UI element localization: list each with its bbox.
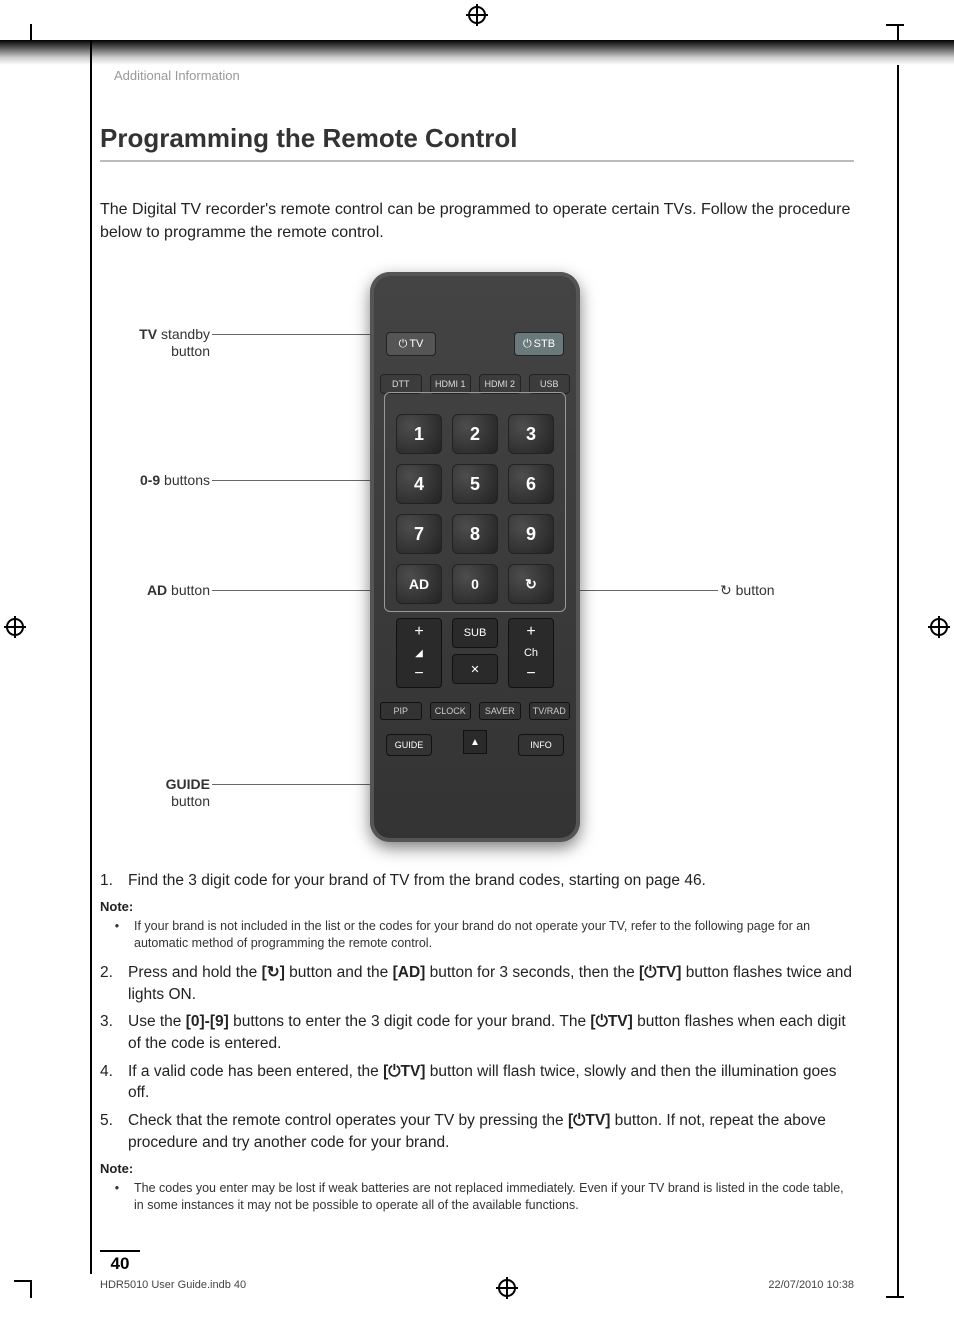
callout-ad-button: AD button: [100, 582, 210, 599]
clock-button: CLOCK: [430, 702, 472, 720]
pip-button: PIP: [380, 702, 422, 720]
footer: HDR5010 User Guide.indb 40 22/07/2010 10…: [100, 1279, 854, 1300]
callout-line: [212, 784, 390, 785]
step-5: 5. Check that the remote control operate…: [100, 1110, 854, 1153]
registration-mark-bottom: [498, 1279, 516, 1300]
crop-mark: [886, 1296, 904, 1298]
breadcrumb: Additional Information: [100, 40, 854, 83]
callout-guide-button: GUIDEbutton: [100, 776, 210, 810]
stb-standby-button: ⏻STB: [514, 332, 564, 356]
page-number: 40: [100, 1250, 140, 1274]
refresh-button: ↻: [508, 564, 554, 604]
registration-mark-left: [6, 618, 24, 641]
volume-rocker: + ◢ −: [396, 618, 442, 688]
digit-9-button: 9: [508, 514, 554, 554]
margin-rule: [90, 40, 92, 1274]
digit-5-button: 5: [452, 464, 498, 504]
mute-button: ✕: [452, 654, 498, 684]
digit-2-button: 2: [452, 414, 498, 454]
power-icon: ⏻: [523, 338, 532, 351]
registration-mark-right: [930, 618, 948, 641]
callout-line: [560, 590, 718, 591]
guide-button: GUIDE: [386, 734, 432, 756]
channel-rocker: + Ch −: [508, 618, 554, 688]
source-usb-button: USB: [529, 374, 571, 394]
tv-standby-button: ⏻TV: [386, 332, 436, 356]
callout-refresh-button: ↻ button: [720, 582, 840, 599]
digit-1-button: 1: [396, 414, 442, 454]
note-heading: Note:: [100, 1160, 854, 1178]
source-hdmi1-button: HDMI 1: [430, 374, 472, 394]
saver-button: SAVER: [479, 702, 521, 720]
note-2: • The codes you enter may be lost if wea…: [100, 1180, 854, 1214]
power-icon: ⏻: [399, 338, 408, 351]
callout-line: [212, 334, 390, 335]
callout-num-buttons: 0-9 buttons: [100, 472, 210, 489]
dpad-up-button: ▲: [463, 730, 487, 754]
callout-line: [212, 480, 382, 481]
step-3: 3. Use the [0]-[9] buttons to enter the …: [100, 1011, 854, 1054]
footer-left: HDR5010 User Guide.indb 40: [100, 1279, 246, 1300]
digit-0-button: 0: [452, 564, 498, 604]
digit-6-button: 6: [508, 464, 554, 504]
step-1: 1. Find the 3 digit code for your brand …: [100, 870, 854, 892]
refresh-icon: ↻: [720, 582, 732, 598]
info-button: INFO: [518, 734, 564, 756]
page-content: Additional Information Programming the R…: [100, 40, 854, 1288]
remote-control-illustration: ⏻TV ⏻STB DTT HDMI 1 HDMI 2 USB 1 2 3 4 5…: [370, 272, 580, 842]
note-1: • If your brand is not included in the l…: [100, 918, 854, 952]
note-heading: Note:: [100, 898, 854, 916]
digit-3-button: 3: [508, 414, 554, 454]
step-2: 2. Press and hold the [↻] button and the…: [100, 962, 854, 1005]
callout-tv-standby: TV standby button: [100, 326, 210, 360]
source-hdmi2-button: HDMI 2: [479, 374, 521, 394]
page-title: Programming the Remote Control: [100, 123, 854, 162]
digit-4-button: 4: [396, 464, 442, 504]
ad-button: AD: [396, 564, 442, 604]
remote-diagram: TV standby button 0-9 buttons AD button …: [100, 262, 854, 862]
footer-right: 22/07/2010 10:38: [768, 1279, 854, 1300]
intro-paragraph: The Digital TV recorder's remote control…: [100, 198, 854, 244]
crop-mark: [886, 24, 904, 26]
registration-mark-top: [468, 6, 486, 29]
volume-icon: ◢: [415, 648, 423, 659]
digit-7-button: 7: [396, 514, 442, 554]
tvrad-button: TV/RAD: [529, 702, 571, 720]
crop-mark: [14, 1280, 32, 1298]
mute-icon: ✕: [470, 663, 479, 676]
source-dtt-button: DTT: [380, 374, 422, 394]
step-4: 4. If a valid code has been entered, the…: [100, 1061, 854, 1104]
sub-button: SUB: [452, 618, 498, 648]
crop-edge: [897, 26, 899, 1298]
digit-8-button: 8: [452, 514, 498, 554]
instruction-steps: 1. Find the 3 digit code for your brand …: [100, 870, 854, 1213]
